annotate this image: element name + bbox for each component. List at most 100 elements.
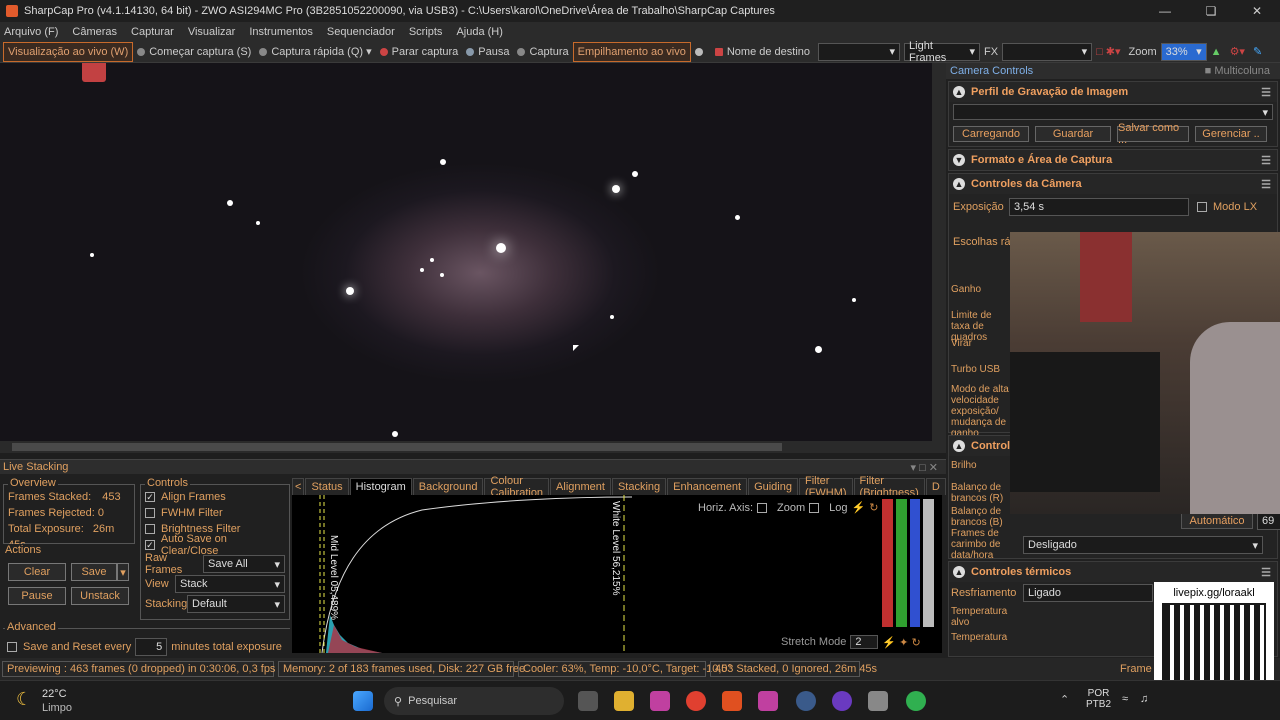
live-stack-button[interactable]: Empilhamento ao vivo <box>572 41 691 62</box>
close-icon[interactable]: ✕ <box>1234 0 1280 22</box>
wifi-icon[interactable]: ≈ <box>1122 693 1128 705</box>
manage-profile-button[interactable]: Gerenciar .. <box>1195 126 1267 142</box>
histogram-view[interactable]: White Level 56,215% Mid Level 05,489% Ho… <box>292 495 942 654</box>
profile-dropdown[interactable]: ▾ <box>953 104 1273 120</box>
record-icon-button[interactable] <box>691 42 711 62</box>
settings-icon[interactable]: ⚙▾ <box>1226 42 1249 62</box>
tab-guiding[interactable]: Guiding <box>748 478 798 495</box>
reset-icon[interactable]: ↻ <box>869 501 878 514</box>
reticle-icon[interactable]: □ ✱▾ <box>1092 42 1124 62</box>
fx-dropdown[interactable]: ▾ <box>1002 42 1093 61</box>
minimize-icon[interactable]: — <box>1142 0 1188 22</box>
tab-filter-brightness[interactable]: Filter (Brightness) <box>853 475 925 499</box>
save-reset-input[interactable]: 5 <box>135 638 168 656</box>
blue-slider[interactable] <box>909 499 921 627</box>
task-view-icon[interactable] <box>578 691 598 711</box>
chrome-icon[interactable] <box>686 691 706 711</box>
lx-mode-checkbox[interactable] <box>1197 202 1207 212</box>
tab-colour-calibration[interactable]: Colour Calibration <box>484 475 550 499</box>
stop-capture-button[interactable]: Parar captura <box>376 42 463 62</box>
language-label[interactable]: POR <box>1086 688 1111 699</box>
tab-status[interactable]: Status <box>305 478 349 495</box>
menu-scripts[interactable]: Scripts <box>409 26 443 38</box>
taskbar-search[interactable]: ⚲ Pesquisar <box>384 687 564 715</box>
app-icon[interactable] <box>758 691 778 711</box>
unstack-button[interactable]: Unstack <box>71 587 129 605</box>
tray-chevron-icon[interactable]: ⌃ <box>1060 693 1069 706</box>
brave-icon[interactable] <box>722 691 742 711</box>
viewer-vertical-scrollbar[interactable] <box>932 63 946 453</box>
menu-icon[interactable]: ☰ <box>1261 86 1271 99</box>
fwhm-filter-checkbox[interactable] <box>145 508 155 518</box>
cooling-dropdown[interactable]: Ligado <box>1023 584 1153 602</box>
profile-section-header[interactable]: ▲ Perfil de Gravação de Imagem ☰ <box>949 82 1277 102</box>
menu-file[interactable]: Arquivo (F) <box>4 26 58 38</box>
stacking-dropdown[interactable]: Default ▾ <box>187 595 285 613</box>
brightness-filter-checkbox[interactable] <box>145 524 155 534</box>
level-sliders[interactable] <box>882 499 934 627</box>
menu-view[interactable]: Visualizar <box>188 26 236 38</box>
zoom-checkbox[interactable] <box>757 502 768 513</box>
file-explorer-icon[interactable] <box>614 691 634 711</box>
live-image-viewer[interactable] <box>0 63 932 441</box>
frame-type-dropdown[interactable]: Light Frames ▾ <box>904 40 981 64</box>
menu-cameras[interactable]: Câmeras <box>72 26 117 38</box>
log-checkbox[interactable] <box>809 502 820 513</box>
tab-scroll-left[interactable]: < <box>292 478 305 495</box>
auto-wb-button[interactable]: Automático <box>1181 513 1253 529</box>
tab-histogram[interactable]: Histogram <box>349 478 412 495</box>
viewer-horizontal-scrollbar[interactable] <box>0 441 932 453</box>
sharpcap-taskbar-icon[interactable] <box>868 691 888 711</box>
stretch-mode-input[interactable]: 2 <box>850 635 879 649</box>
wb-value[interactable]: 69 <box>1257 512 1280 530</box>
menu-sequencer[interactable]: Sequenciador <box>327 26 395 38</box>
menu-capture[interactable]: Capturar <box>131 26 174 38</box>
load-profile-button[interactable]: Carregando <box>953 126 1029 142</box>
live-view-button[interactable]: Visualização ao vivo (W) <box>3 41 134 62</box>
quick-capture-button[interactable]: Captura rápida (Q) ▾ <box>255 42 375 62</box>
zoom-dropdown[interactable]: 33% ▾ <box>1160 42 1207 61</box>
tab-d[interactable]: D <box>925 478 946 495</box>
green-slider[interactable] <box>895 499 907 627</box>
app-icon[interactable] <box>832 691 852 711</box>
clear-button[interactable]: Clear <box>8 563 66 581</box>
histogram-icon[interactable]: ▲ <box>1207 42 1226 62</box>
auto-save-checkbox[interactable]: ✓ <box>145 540 155 550</box>
stretch-auto-icon[interactable]: ⚡ ✦ ↻ <box>882 636 920 649</box>
target-name-dropdown[interactable]: ▾ <box>818 42 901 61</box>
app-icon[interactable] <box>906 691 926 711</box>
luminance-slider[interactable] <box>923 499 934 627</box>
save-dropdown-button[interactable]: ▾ <box>117 563 129 581</box>
red-slider[interactable] <box>882 499 893 627</box>
raw-frames-dropdown[interactable]: Save All ▾ <box>203 555 285 573</box>
tab-stacking[interactable]: Stacking <box>611 478 667 495</box>
save-button[interactable]: Save <box>71 563 117 581</box>
weather-temp[interactable]: 22°C <box>42 688 67 700</box>
menu-tools[interactable]: Instrumentos <box>249 26 313 38</box>
view-dropdown[interactable]: Stack ▾ <box>175 575 285 593</box>
timestamp-dropdown[interactable]: Desligado ▾ <box>1023 536 1263 554</box>
tab-background[interactable]: Background <box>412 478 484 495</box>
capture-button[interactable]: Captura <box>513 42 572 62</box>
exposure-input[interactable]: 3,54 s <box>1009 198 1189 216</box>
save-as-profile-button[interactable]: Salvar como ... <box>1117 122 1189 146</box>
app-icon[interactable] <box>650 691 670 711</box>
menu-icon[interactable]: ☰ <box>1261 154 1271 167</box>
panel-close-icon[interactable]: ▾ □ ✕ <box>911 461 939 474</box>
thermal-section-header[interactable]: ▲ Controles térmicos ☰ <box>949 562 1277 582</box>
multicolumn-toggle[interactable]: ■ Multicoluna <box>1205 65 1270 77</box>
save-profile-button[interactable]: Guardar <box>1035 126 1111 142</box>
menu-icon[interactable]: ☰ <box>1261 566 1271 579</box>
tab-filter-fwhm[interactable]: Filter (FWHM) <box>798 475 853 499</box>
pause-stack-button[interactable]: Pause <box>8 587 66 605</box>
tab-enhancement[interactable]: Enhancement <box>667 478 748 495</box>
align-frames-checkbox[interactable]: ✓ <box>145 492 155 502</box>
tab-alignment[interactable]: Alignment <box>550 478 611 495</box>
windows-start-icon[interactable] <box>353 691 373 711</box>
pen-icon[interactable]: ✎ <box>1249 42 1266 62</box>
menu-help[interactable]: Ajuda (H) <box>456 26 502 38</box>
volume-icon[interactable]: ♫ <box>1140 693 1148 705</box>
app-icon[interactable] <box>796 691 816 711</box>
maximize-icon[interactable]: ❏ <box>1188 0 1234 22</box>
pause-button[interactable]: Pausa <box>462 42 513 62</box>
